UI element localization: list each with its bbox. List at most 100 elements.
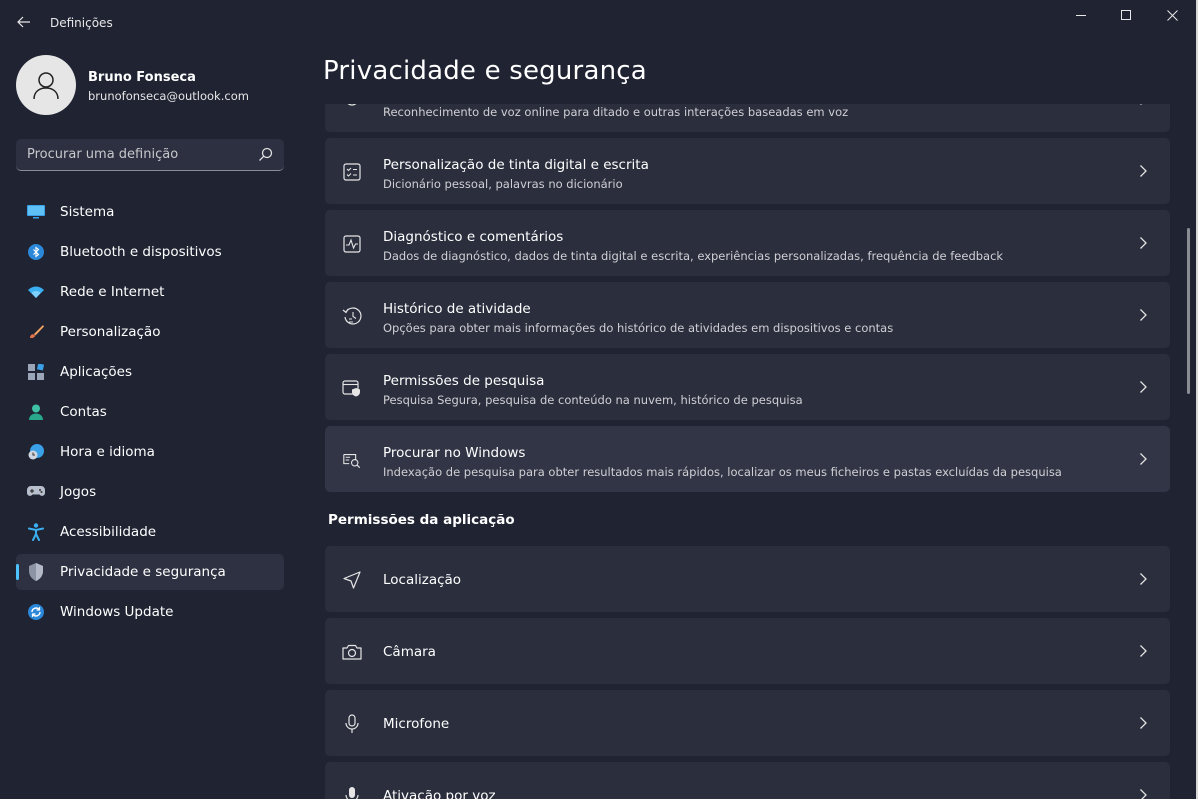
card-description: Indexação de pesquisa para obter resulta… [383, 465, 1062, 479]
settings-card-speech[interactable]: Reconhecimento de voz online para ditado… [325, 104, 1170, 132]
settings-card-diagnostics[interactable]: Diagnóstico e comentários Dados de diagn… [325, 210, 1170, 276]
chevron-right-icon [1140, 237, 1147, 249]
bluetooth-icon [27, 243, 45, 261]
chevron-right-icon [1140, 717, 1147, 729]
card-title: Ativação por voz [383, 788, 496, 799]
settings-card-microphone[interactable]: Microfone [325, 690, 1170, 756]
minimize-button[interactable] [1058, 0, 1104, 30]
windows-search-icon [342, 450, 362, 470]
section-heading-app-permissions: Permissões da aplicação [328, 512, 515, 528]
chevron-right-icon [1140, 573, 1147, 585]
search-icon[interactable] [258, 147, 273, 162]
sidebar-item-label: Acessibilidade [60, 524, 157, 540]
sidebar-item-sistema[interactable]: Sistema [16, 194, 284, 230]
sidebar-item-label: Privacidade e segurança [60, 564, 226, 580]
chevron-right-icon [1140, 645, 1147, 657]
chevron-right-icon [1140, 789, 1147, 799]
sidebar-item-rede[interactable]: Rede e Internet [16, 274, 284, 310]
close-icon [1166, 9, 1178, 21]
app-title: Definições [50, 16, 113, 30]
sidebar-item-label: Rede e Internet [60, 284, 165, 300]
sidebar-item-label: Personalização [60, 324, 161, 340]
card-description: Reconhecimento de voz online para ditado… [383, 105, 849, 119]
card-title: Histórico de atividade [383, 301, 531, 317]
chevron-right-icon [1140, 309, 1147, 321]
settings-card-inking[interactable]: Personalização de tinta digital e escrit… [325, 138, 1170, 204]
sidebar-item-personalizacao[interactable]: Personalização [16, 314, 284, 350]
sidebar-item-label: Windows Update [60, 604, 174, 620]
sidebar-item-privacidade[interactable]: Privacidade e segurança [16, 554, 284, 590]
microphone-icon [342, 714, 362, 734]
card-description: Dados de diagnóstico, dados de tinta dig… [383, 249, 1004, 263]
card-description: Pesquisa Segura, pesquisa de conteúdo na… [383, 393, 803, 407]
chevron-right-icon [1140, 453, 1147, 465]
card-description: Opções para obter mais informações do hi… [383, 321, 894, 335]
chevron-right-icon [1140, 381, 1147, 393]
minimize-icon [1076, 15, 1086, 16]
sidebar-item-label: Bluetooth e dispositivos [60, 244, 222, 260]
close-button[interactable] [1149, 0, 1195, 30]
card-title: Microfone [383, 716, 450, 732]
sidebar-item-label: Sistema [60, 204, 115, 220]
search-input[interactable] [16, 139, 246, 170]
sidebar-item-hora-idioma[interactable]: Hora e idioma [16, 434, 284, 470]
sidebar-item-bluetooth[interactable]: Bluetooth e dispositivos [16, 234, 284, 270]
maximize-button[interactable] [1103, 0, 1149, 30]
location-icon [342, 570, 362, 590]
sidebar-nav: Sistema Bluetooth e dispositivos Rede e … [16, 194, 284, 634]
camera-icon [342, 642, 362, 662]
update-icon [27, 603, 45, 621]
sidebar-item-label: Aplicações [60, 364, 133, 380]
chevron-right-icon [1140, 104, 1142, 105]
sidebar-item-jogos[interactable]: Jogos [16, 474, 284, 510]
diagnostics-icon [342, 234, 362, 254]
scrollbar-thumb[interactable] [1187, 228, 1190, 394]
user-email: brunofonseca@outlook.com [88, 89, 249, 103]
sidebar-item-windows-update[interactable]: Windows Update [16, 594, 284, 630]
settings-card-location[interactable]: Localização [325, 546, 1170, 612]
brush-icon [27, 323, 45, 341]
back-arrow-icon [17, 16, 30, 28]
user-icon [33, 72, 59, 100]
shield-icon [27, 563, 45, 581]
settings-card-voice-activation[interactable]: Ativação por voz [325, 762, 1170, 799]
user-name: Bruno Fonseca [88, 70, 196, 85]
card-title: Diagnóstico e comentários [383, 229, 564, 245]
card-description: Dicionário pessoal, palavras no dicionár… [383, 177, 623, 191]
settings-card-camera[interactable]: Câmara [325, 618, 1170, 684]
sidebar-item-contas[interactable]: Contas [16, 394, 284, 430]
settings-window: Definições Bruno Fonseca brunofonseca@ou… [0, 0, 1198, 799]
search-permissions-icon [342, 378, 362, 398]
card-title: Permissões de pesquisa [383, 373, 545, 389]
user-profile[interactable]: Bruno Fonseca brunofonseca@outlook.com [16, 55, 284, 117]
back-button[interactable] [10, 9, 38, 35]
sidebar-item-aplicacoes[interactable]: Aplicações [16, 354, 284, 390]
card-title: Procurar no Windows [383, 445, 526, 461]
gamepad-icon [27, 483, 45, 501]
voice-activation-icon [342, 786, 362, 799]
apps-icon [27, 363, 45, 381]
settings-card-windows-search[interactable]: Procurar no Windows Indexação de pesquis… [325, 426, 1170, 492]
inking-icon [342, 162, 362, 182]
chevron-right-icon [1140, 165, 1147, 177]
card-title: Localização [383, 572, 462, 588]
accessibility-icon [27, 523, 45, 541]
card-title: Câmara [383, 644, 436, 660]
search-box[interactable] [16, 139, 284, 171]
sidebar-item-label: Hora e idioma [60, 444, 155, 460]
history-icon [342, 306, 362, 326]
speech-icon [342, 104, 362, 110]
avatar [16, 55, 76, 115]
wifi-icon [27, 283, 45, 301]
settings-content: Reconhecimento de voz online para ditado… [325, 104, 1170, 799]
card-title: Personalização de tinta digital e escrit… [383, 157, 649, 173]
page-title: Privacidade e segurança [323, 56, 647, 86]
sidebar-item-acessibilidade[interactable]: Acessibilidade [16, 514, 284, 550]
account-icon [27, 403, 45, 421]
title-bar: Definições [0, 0, 1198, 44]
sidebar-item-label: Contas [60, 404, 107, 420]
monitor-icon [27, 203, 45, 221]
settings-card-activity-history[interactable]: Histórico de atividade Opções para obter… [325, 282, 1170, 348]
settings-card-search-permissions[interactable]: Permissões de pesquisa Pesquisa Segura, … [325, 354, 1170, 420]
maximize-icon [1121, 10, 1131, 20]
